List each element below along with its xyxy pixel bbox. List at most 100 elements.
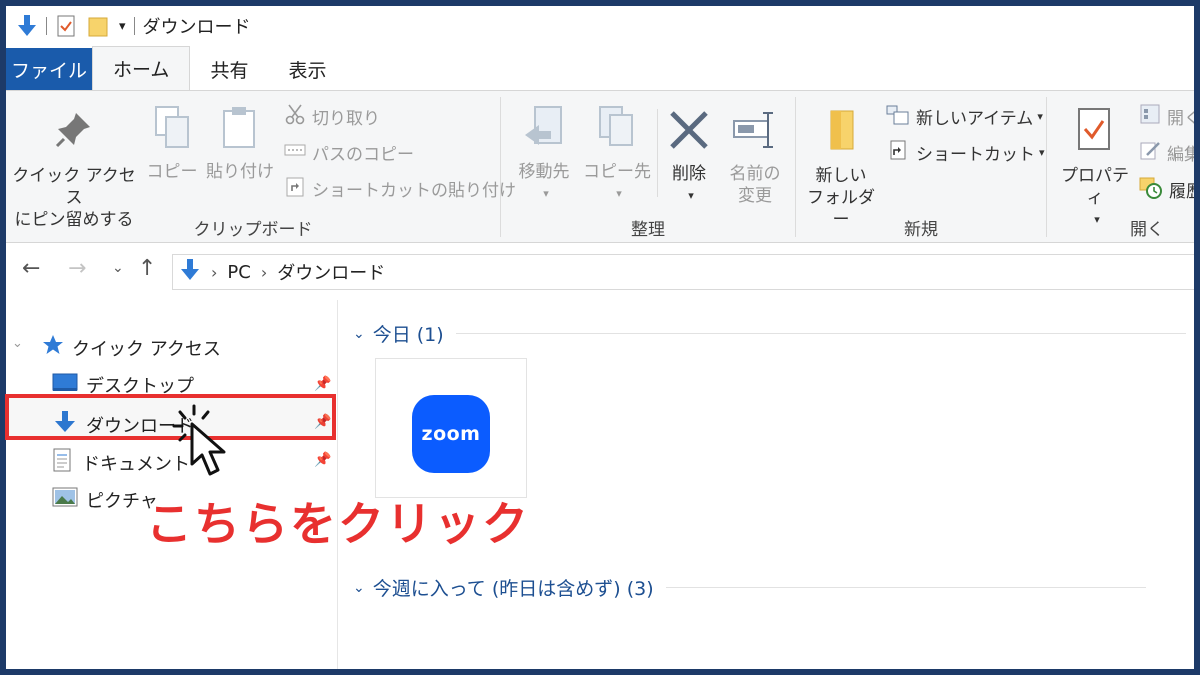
- pin-quick-access-button[interactable]: クイック アクセス にピン留めする: [12, 109, 136, 231]
- group-collapse-chevron-icon: ⌄: [353, 579, 365, 596]
- new-item-button[interactable]: 新しいアイテム ▾: [886, 103, 1043, 130]
- group-header-this-week[interactable]: ⌄ 今週に入って (昨日は含めず) (3): [353, 574, 1146, 601]
- move-to-button[interactable]: 移動先 ▾: [511, 105, 577, 205]
- navigation-bar: ← → ⌄ ↑ › PC › ダウンロード: [6, 244, 1194, 300]
- paste-icon: [220, 105, 260, 157]
- rename-label-line2: 変更: [738, 186, 772, 206]
- delete-label: 削除: [672, 164, 706, 184]
- rename-label-line1: 名前の: [729, 164, 781, 184]
- tab-file[interactable]: ファイル: [6, 48, 92, 90]
- group-divider: [665, 587, 1146, 588]
- paste-button[interactable]: 貼り付け: [204, 105, 276, 183]
- group-new: 新しい フォルダー 新しいアイテム ▾ ショートカット ▾ 新規: [796, 91, 1046, 244]
- group-collapse-chevron-icon: ⌄: [353, 325, 365, 342]
- title-separator: [46, 17, 47, 35]
- rename-button[interactable]: 名前の 変更: [721, 109, 789, 207]
- cut-label: 切り取り: [312, 109, 380, 129]
- forward-arrow-icon[interactable]: →: [68, 256, 86, 281]
- properties-button[interactable]: プロパティ ▾: [1055, 107, 1135, 231]
- open-label: 開く: [1167, 109, 1194, 129]
- ribbon-tabs: ファイル ホーム 共有 表示: [6, 46, 1194, 90]
- paste-shortcut-label: ショートカットの貼り付け: [312, 181, 516, 201]
- group-organize: 移動先 ▾ コピー先 ▾ 削除 ▾ 名前の 変更 整理: [501, 91, 795, 244]
- pinned-icon: 📌: [314, 376, 332, 392]
- group-header-label: 今日 (1): [372, 324, 444, 346]
- tab-view[interactable]: 表示: [268, 48, 346, 90]
- recent-locations-chevron-icon[interactable]: ⌄: [112, 260, 124, 276]
- scissors-icon: [284, 103, 312, 130]
- history-button[interactable]: 履歴: [1139, 175, 1194, 204]
- zoom-app-icon: zoom: [412, 395, 490, 473]
- move-to-caret-icon: ▾: [543, 187, 549, 200]
- shortcut-button[interactable]: ショートカット ▾: [886, 139, 1045, 166]
- group-header-today[interactable]: ⌄ 今日 (1): [353, 320, 1186, 347]
- properties-qat-icon[interactable]: [55, 14, 77, 38]
- group-organize-label: 整理: [631, 220, 665, 240]
- copy-icon: [152, 105, 192, 157]
- new-folder-button[interactable]: 新しい フォルダー: [802, 109, 880, 231]
- nav-item-documents[interactable]: ドキュメント: [52, 448, 190, 477]
- qat-dropdown-icon[interactable]: ▾: [119, 19, 126, 34]
- address-bar[interactable]: › PC › ダウンロード: [172, 254, 1194, 290]
- pictures-icon: [52, 486, 78, 513]
- copy-path-icon: [284, 139, 312, 166]
- group-open-label: 開く: [1130, 220, 1164, 240]
- group-open: プロパティ ▾ 開く 編集 履歴 開く: [1047, 91, 1194, 244]
- address-download-icon: [179, 258, 201, 287]
- open-button[interactable]: 開く: [1139, 103, 1194, 130]
- paste-shortcut-button[interactable]: ショートカットの貼り付け: [284, 175, 516, 202]
- move-to-icon: [521, 105, 567, 159]
- file-list: ⌄ 今日 (1) zoom ⌄ 今週に入って (昨日は含めず) (3): [339, 300, 1194, 669]
- title-bar: ▾ ダウンロード: [6, 6, 1194, 46]
- download-arrow-icon: [16, 14, 38, 38]
- delete-button[interactable]: 削除 ▾: [663, 109, 715, 207]
- group-header-label: 今週に入って (昨日は含めず) (3): [372, 578, 654, 600]
- group-clipboard-label: クリップボード: [193, 220, 313, 240]
- move-to-label: 移動先: [518, 162, 570, 182]
- new-item-caret-icon: ▾: [1037, 110, 1043, 123]
- navigation-pane: ⌄ クイック アクセス デスクトップ 📌 ダウンロード 📌 ドキュメント 📌 ピ…: [6, 300, 338, 669]
- properties-label: プロパティ: [1061, 166, 1129, 208]
- cut-button[interactable]: 切り取り: [284, 103, 380, 130]
- cursor-pointer-icon: [172, 404, 242, 484]
- file-item-zoom[interactable]: zoom: [375, 358, 527, 498]
- breadcrumb-downloads[interactable]: ダウンロード: [277, 259, 385, 285]
- window-title: ダウンロード: [142, 17, 251, 38]
- organize-inner-separator: [657, 109, 658, 197]
- copy-to-caret-icon: ▾: [616, 187, 622, 200]
- history-label: 履歴: [1169, 182, 1194, 202]
- copy-button[interactable]: コピー: [144, 105, 200, 183]
- delete-x-icon: [668, 109, 710, 157]
- delete-caret-icon: ▾: [688, 189, 694, 202]
- breadcrumb-pc[interactable]: PC: [227, 262, 250, 283]
- copy-to-icon: [594, 105, 640, 159]
- explorer-window: ▾ ダウンロード ファイル ホーム 共有 表示 クイック アクセス にピン留めす…: [6, 6, 1194, 669]
- breadcrumb-chevron-icon: ›: [260, 262, 268, 282]
- copy-path-button[interactable]: パスのコピー: [284, 139, 414, 166]
- edit-label: 編集: [1167, 145, 1194, 165]
- pinned-icon: 📌: [314, 452, 332, 468]
- copy-to-label: コピー先: [583, 162, 651, 182]
- new-folder-qat-icon[interactable]: [87, 14, 109, 38]
- edit-icon: [1139, 139, 1167, 166]
- copy-to-button[interactable]: コピー先 ▾: [581, 105, 653, 205]
- rename-icon: [732, 109, 778, 157]
- pin-label-line1: クイック アクセス: [12, 166, 136, 208]
- pin-icon: [54, 109, 94, 155]
- new-item-label: 新しいアイテム: [916, 109, 1034, 129]
- collapse-chevron-icon[interactable]: ⌄: [12, 336, 23, 351]
- title-separator-2: [133, 17, 135, 35]
- edit-button[interactable]: 編集: [1139, 139, 1194, 166]
- up-arrow-icon[interactable]: ↑: [138, 256, 156, 281]
- ribbon: クイック アクセス にピン留めする コピー 貼り付け 切り取り パスのコピー シ…: [6, 90, 1194, 243]
- history-icon: [1139, 175, 1169, 204]
- tab-home[interactable]: ホーム: [92, 46, 191, 90]
- nav-quick-access[interactable]: クイック アクセス: [42, 334, 221, 361]
- new-item-icon: [886, 103, 916, 130]
- tab-share[interactable]: 共有: [190, 48, 268, 90]
- nav-item-pictures[interactable]: ピクチャ: [52, 486, 158, 513]
- properties-check-icon: [1075, 107, 1115, 157]
- new-folder-label-line1: 新しい: [815, 166, 867, 186]
- back-arrow-icon[interactable]: ←: [22, 256, 40, 281]
- group-new-label: 新規: [904, 220, 938, 240]
